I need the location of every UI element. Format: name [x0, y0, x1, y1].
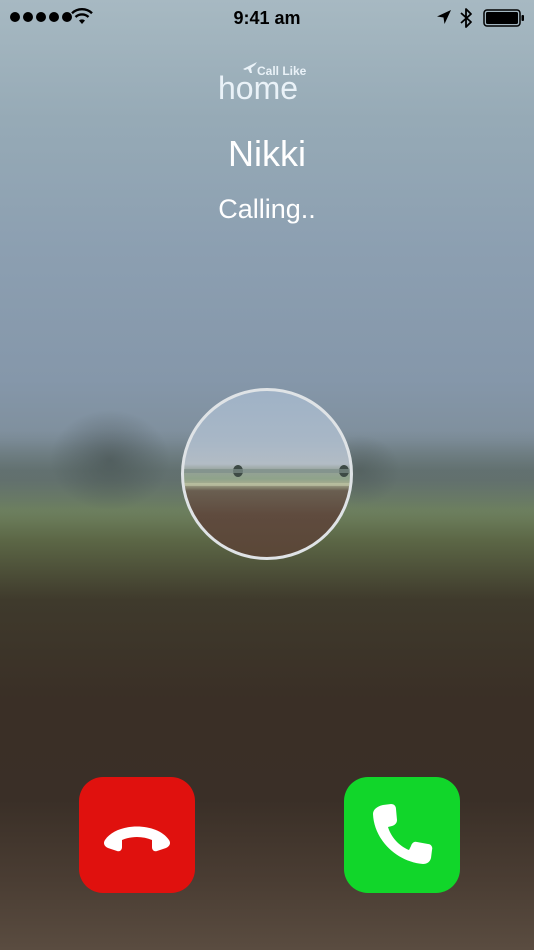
battery-icon — [483, 9, 524, 27]
location-arrow-icon — [437, 10, 451, 24]
status-time: 9:41 am — [233, 8, 301, 28]
bluetooth-icon — [460, 8, 472, 28]
accept-call-button[interactable] — [344, 777, 460, 893]
call-like-home-logo: Call Like home — [216, 58, 320, 106]
decline-call-button[interactable] — [79, 777, 195, 893]
logo-word: home — [218, 70, 299, 106]
contact-name: Nikki — [228, 133, 306, 174]
phone-icon — [373, 804, 433, 864]
call-status: Calling.. — [218, 194, 316, 224]
contact-avatar — [181, 388, 353, 560]
incoming-call-screen: 9:41 am Call Like home Nikki Calling.. — [0, 0, 534, 950]
status-bar: 9:41 am — [0, 0, 534, 36]
phone-hangup-icon — [104, 826, 170, 852]
